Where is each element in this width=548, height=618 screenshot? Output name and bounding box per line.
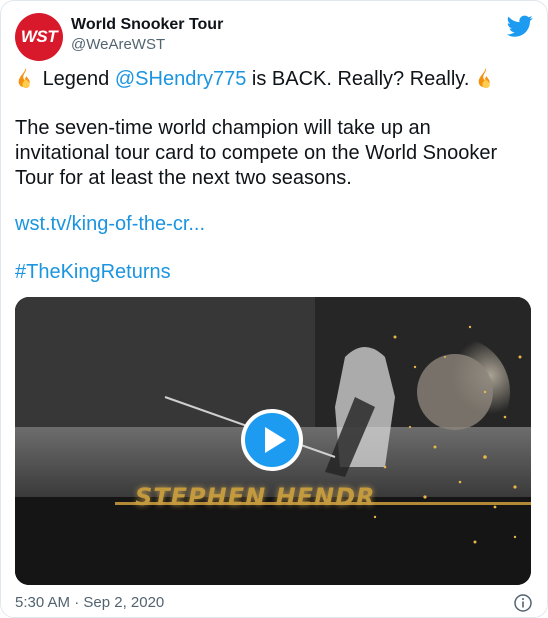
author-handle[interactable]: @WeAreWST	[71, 35, 223, 55]
author-display-name[interactable]: World Snooker Tour	[71, 15, 223, 35]
tweet-link-line: wst.tv/king-of-the-cr...	[15, 212, 205, 237]
external-link[interactable]: wst.tv/king-of-the-cr...	[15, 213, 205, 235]
fire-emoji-icon	[478, 67, 490, 89]
twitter-bird-icon[interactable]	[507, 13, 533, 39]
info-icon[interactable]	[513, 593, 533, 613]
tweet-text-segment: Legend	[42, 68, 115, 90]
tweet-hashtag-line: #TheKingReturns	[15, 260, 171, 285]
tweet-footer: 5:30 AM · Sep 2, 2020	[15, 593, 533, 615]
play-icon[interactable]	[241, 409, 303, 471]
video-title-overlay: STEPHEN HENDR	[135, 483, 376, 511]
tweet-header: WST World Snooker Tour @WeAreWST	[15, 13, 533, 63]
fire-emoji-icon	[18, 67, 30, 89]
tweet-line-3: invitational tour card to compete on the…	[15, 142, 498, 164]
hashtag-link[interactable]: #TheKingReturns	[15, 261, 171, 283]
mention-link[interactable]: @SHendry775	[115, 68, 246, 90]
avatar[interactable]: WST	[15, 13, 63, 61]
tweet-text-segment: is BACK. Really? Really.	[246, 68, 475, 90]
author-names[interactable]: World Snooker Tour @WeAreWST	[71, 15, 223, 55]
tweet-card: WST World Snooker Tour @WeAreWST Legend …	[0, 0, 548, 618]
tweet-line-4: Tour for at least the next two seasons.	[15, 167, 352, 189]
video-player[interactable]: STEPHEN HENDR	[15, 297, 531, 585]
tweet-line-2: The seven-time world champion will take …	[15, 117, 431, 139]
tweet-timestamp[interactable]: 5:30 AM · Sep 2, 2020	[15, 594, 164, 611]
tweet-line-1: Legend @SHendry775 is BACK. Really? Real…	[15, 67, 497, 92]
avatar-logo-text: WST	[20, 27, 58, 46]
